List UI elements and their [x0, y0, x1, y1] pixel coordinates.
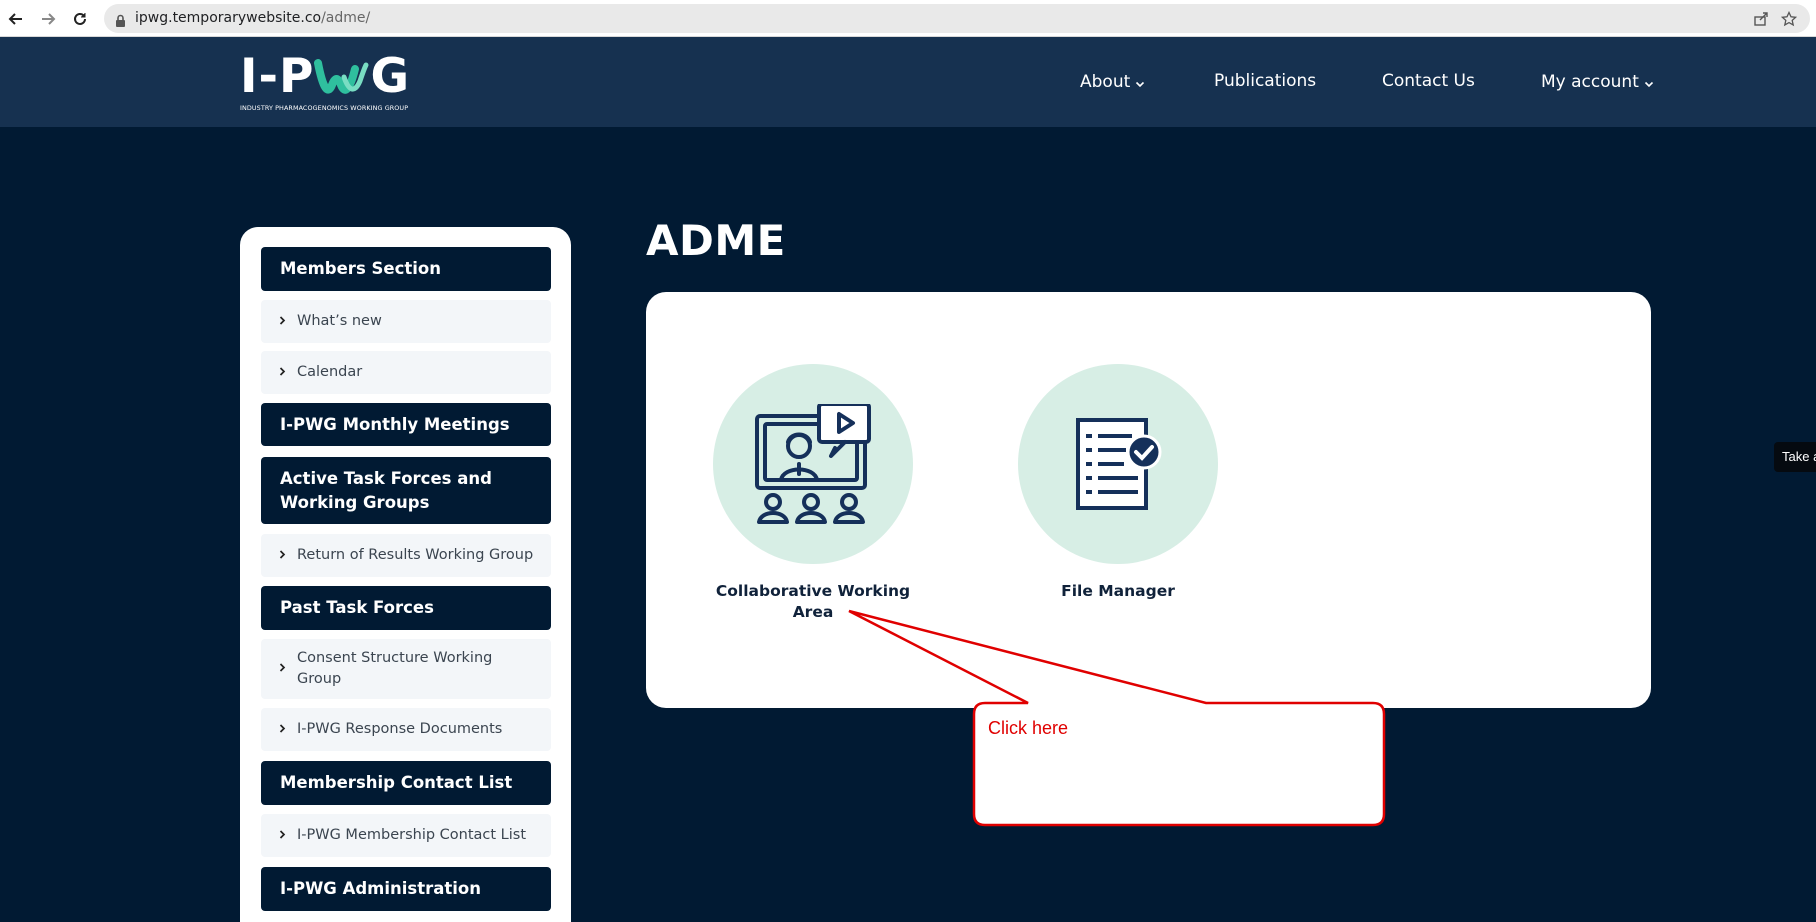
logo-text-left: I-P: [240, 49, 315, 104]
nav-publications-label: Publications: [1214, 71, 1317, 91]
nav-contact-us[interactable]: Contact Us: [1382, 71, 1475, 91]
tile-circle: [1018, 364, 1218, 564]
address-bar[interactable]: ipwg.temporarywebsite.co/adme/: [104, 4, 1810, 33]
sidebar-heading-label: I-PWG Administration: [280, 879, 482, 898]
reload-icon[interactable]: [68, 7, 92, 31]
chevron-right-icon: [279, 545, 286, 566]
chevron-right-icon: [279, 362, 286, 383]
logo-text-right: G: [370, 49, 411, 104]
sidebar-item-return-of-results[interactable]: Return of Results Working Group: [261, 534, 551, 577]
page-title: ADME: [646, 216, 786, 265]
sidebar-item-label: Calendar: [297, 364, 363, 380]
site-header: I-P G INDUSTRY PHARMACOGENOMICS WORKING …: [0, 37, 1816, 127]
side-feedback-tab[interactable]: Take a: [1774, 442, 1816, 472]
sidebar-item-label: Return of Results Working Group: [297, 547, 534, 563]
sidebar-heading-label: Members Section: [280, 259, 441, 278]
members-sidebar: Members Section What’s new Calendar I-PW…: [240, 227, 571, 922]
sidebar-item-label: Consent Structure Working Group: [297, 650, 493, 687]
sidebar-item-label: I-PWG Response Documents: [297, 721, 503, 737]
nav-account-label: My account: [1541, 72, 1639, 92]
chevron-down-icon: [1644, 73, 1654, 93]
chevron-down-icon: [1135, 73, 1145, 93]
sidebar-item-consent-structure[interactable]: Consent Structure Working Group: [261, 639, 551, 699]
sidebar-item-membership-contact-list[interactable]: I-PWG Membership Contact List: [261, 814, 551, 857]
tile-collaborative-working-area[interactable]: Collaborative Working Area: [698, 364, 928, 623]
sidebar-item-label: What’s new: [297, 313, 382, 329]
video-meeting-icon: [755, 404, 871, 524]
callout-text: Click here: [988, 718, 1069, 738]
nav-about-label: About: [1080, 72, 1131, 92]
sidebar-heading-active-task-forces[interactable]: Active Task Forces and Working Groups: [261, 457, 551, 524]
sidebar-heading-label: Active Task Forces and Working Groups: [280, 468, 492, 512]
lock-icon: [115, 12, 126, 31]
forward-arrow-icon[interactable]: [36, 7, 60, 31]
sidebar-heading-administration[interactable]: I-PWG Administration: [261, 867, 551, 911]
tile-label[interactable]: Collaborative Working Area: [698, 581, 928, 623]
nav-my-account[interactable]: My account: [1541, 71, 1654, 93]
nav-contact-label: Contact Us: [1382, 71, 1475, 91]
sidebar-item-response-documents[interactable]: I-PWG Response Documents: [261, 708, 551, 751]
content-card: Collaborative Working Area File Manager: [646, 292, 1651, 708]
sidebar-heading-members-section[interactable]: Members Section: [261, 247, 551, 291]
url-text: ipwg.temporarywebsite.co/adme/: [135, 10, 371, 26]
sidebar-heading-label: Past Task Forces: [280, 598, 434, 617]
tile-label[interactable]: File Manager: [1003, 581, 1233, 602]
sidebar-heading-monthly-meetings[interactable]: I-PWG Monthly Meetings: [261, 403, 551, 446]
chevron-right-icon: [279, 659, 286, 680]
bookmark-star-icon[interactable]: [1780, 10, 1798, 28]
share-icon[interactable]: [1752, 10, 1770, 28]
sidebar-item-whats-new[interactable]: What’s new: [261, 300, 551, 343]
sidebar-item-label: I-PWG Membership Contact List: [297, 827, 527, 843]
sidebar-heading-label: I-PWG Monthly Meetings: [280, 414, 510, 434]
sidebar-heading-membership-contact[interactable]: Membership Contact List: [261, 761, 551, 805]
back-arrow-icon[interactable]: [4, 7, 28, 31]
nav-publications[interactable]: Publications: [1214, 71, 1316, 91]
logo-subtitle: INDUSTRY PHARMACOGENOMICS WORKING GROUP: [240, 104, 409, 112]
side-tab-label: Take a: [1782, 449, 1816, 464]
nav-about[interactable]: About: [1080, 71, 1145, 93]
tile-circle: [713, 364, 913, 564]
sidebar-heading-past-task-forces[interactable]: Past Task Forces: [261, 586, 551, 630]
chevron-right-icon: [279, 719, 286, 740]
ipwg-logo[interactable]: I-P G INDUSTRY PHARMACOGENOMICS WORKING …: [240, 53, 420, 113]
chevron-right-icon: [279, 311, 286, 332]
document-checklist-icon: [1076, 418, 1162, 510]
sidebar-item-calendar[interactable]: Calendar: [261, 351, 551, 394]
sidebar-heading-label: Membership Contact List: [280, 773, 513, 792]
chevron-right-icon: [279, 825, 286, 846]
browser-toolbar: ipwg.temporarywebsite.co/adme/: [0, 0, 1816, 37]
logo-wave-icon: [314, 59, 369, 94]
tile-file-manager[interactable]: File Manager: [1003, 364, 1233, 602]
